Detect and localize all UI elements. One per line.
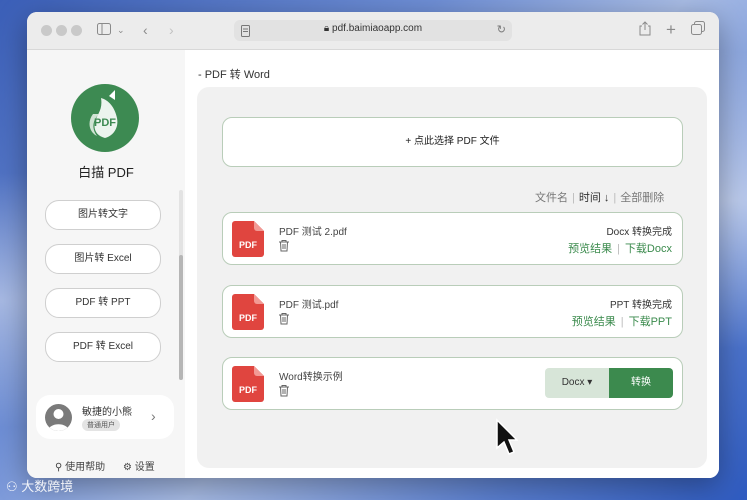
- logo-text: PDF: [94, 117, 116, 129]
- chevron-down-icon[interactable]: ⌄: [117, 21, 125, 39]
- file-item: PDF PDF 测试.pdf PPT 转换完成 预览结果 | 下载PPT: [222, 285, 683, 338]
- convert-button[interactable]: 转换: [609, 368, 673, 398]
- file-name: Word转换示例: [279, 372, 343, 383]
- preview-link[interactable]: 预览结果: [568, 243, 612, 255]
- sidebar-scrollbar-thumb[interactable]: [179, 255, 183, 380]
- conversion-panel: + 点此选择 PDF 文件 文件名 | 时间 ↓ | 全部删除 PDF PDF 测试 2…: [197, 87, 707, 468]
- lock-icon: 🔒︎: [323, 23, 330, 34]
- app-logo: PDF: [71, 84, 139, 152]
- main-content: - PDF 转 Word + 点此选择 PDF 文件 文件名 | 时间 ↓ | 全部删除…: [185, 50, 719, 478]
- conversion-status: Docx 转换完成: [606, 227, 672, 238]
- user-name: 敏捷的小熊: [82, 407, 132, 418]
- url-text: pdf.baimiaoapp.com: [332, 23, 423, 34]
- reload-icon[interactable]: ↻: [497, 23, 506, 36]
- close-window-button[interactable]: [41, 25, 52, 36]
- chevron-right-icon: ›: [151, 408, 156, 424]
- settings-link[interactable]: ⚙ 设置: [123, 458, 155, 473]
- settings-label: 设置: [134, 462, 155, 473]
- pdf-file-icon: PDF: [232, 294, 264, 330]
- help-link[interactable]: ⚲ 使用帮助: [55, 458, 105, 473]
- gear-icon: ⚙: [123, 462, 132, 473]
- file-item: PDF PDF 测试 2.pdf Docx 转换完成 预览结果 | 下载Docx: [222, 212, 683, 265]
- preview-link[interactable]: 预览结果: [572, 316, 616, 328]
- svg-text:PDF: PDF: [239, 313, 258, 323]
- sort-bar: 文件名 | 时间 ↓ | 全部删除: [535, 192, 665, 204]
- delete-all-button[interactable]: 全部删除: [620, 192, 664, 204]
- file-name: PDF 测试 2.pdf: [279, 227, 347, 238]
- address-bar[interactable]: 🔒︎ pdf.baimiaoapp.com ↻: [234, 20, 512, 41]
- nav-image-to-text[interactable]: 图片转文字: [45, 200, 161, 230]
- pdf-file-icon: PDF: [232, 366, 264, 402]
- svg-text:PDF: PDF: [239, 385, 258, 395]
- nav-pdf-to-excel[interactable]: PDF 转 Excel: [45, 332, 161, 362]
- mouse-cursor-icon: [496, 418, 518, 455]
- back-icon[interactable]: ‹: [143, 21, 148, 39]
- breadcrumb: - PDF 转 Word: [198, 69, 270, 81]
- browser-toolbar: ⌄ ‹ › 🔒︎ pdf.baimiaoapp.com ↻ +: [27, 12, 719, 50]
- svg-text:PDF: PDF: [239, 240, 258, 250]
- file-item: PDF Word转换示例 Docx ▾ 转换: [222, 357, 683, 410]
- select-pdf-button[interactable]: + 点此选择 PDF 文件: [222, 117, 683, 167]
- maximize-window-button[interactable]: [71, 25, 82, 36]
- watermark: ⚇ 大数跨境: [6, 476, 73, 495]
- user-badge: 普通用户: [82, 419, 120, 431]
- sort-by-name[interactable]: 文件名: [535, 192, 568, 204]
- app-name: 白描 PDF: [78, 165, 134, 180]
- pdf-file-icon: PDF: [232, 221, 264, 257]
- trash-icon[interactable]: [278, 239, 290, 252]
- new-tab-icon[interactable]: +: [666, 21, 676, 39]
- forward-icon[interactable]: ›: [169, 21, 174, 39]
- tab-overview-icon[interactable]: [691, 21, 705, 39]
- conversion-status: PPT 转换完成: [609, 300, 672, 311]
- sidebar: PDF 白描 PDF 图片转文字 图片转 Excel PDF 转 PPT PDF…: [27, 50, 186, 478]
- avatar: [45, 404, 72, 431]
- user-card[interactable]: 敏捷的小熊 普通用户 ›: [36, 395, 174, 439]
- share-icon[interactable]: [639, 21, 651, 40]
- nav-image-to-excel[interactable]: 图片转 Excel: [45, 244, 161, 274]
- minimize-window-button[interactable]: [56, 25, 67, 36]
- sidebar-toggle-icon[interactable]: [97, 21, 111, 39]
- watermark-text: 大数跨境: [21, 479, 74, 494]
- file-name: PDF 测试.pdf: [279, 300, 339, 311]
- help-icon: ⚲: [55, 462, 63, 473]
- help-label: 使用帮助: [65, 462, 106, 473]
- format-value: Docx: [561, 377, 585, 388]
- trash-icon[interactable]: [278, 384, 290, 397]
- nav-pdf-to-ppt[interactable]: PDF 转 PPT: [45, 288, 161, 318]
- browser-window: ⌄ ‹ › 🔒︎ pdf.baimiaoapp.com ↻ + PDF 白描 P…: [27, 12, 719, 478]
- download-link[interactable]: 下载Docx: [625, 243, 672, 255]
- triangle-down-icon: ▾: [587, 377, 593, 388]
- sort-by-time[interactable]: 时间 ↓: [579, 192, 610, 204]
- download-link[interactable]: 下载PPT: [629, 316, 672, 328]
- trash-icon[interactable]: [278, 312, 290, 325]
- watermark-logo-icon: ⚇: [6, 479, 18, 494]
- format-select[interactable]: Docx ▾: [545, 368, 609, 398]
